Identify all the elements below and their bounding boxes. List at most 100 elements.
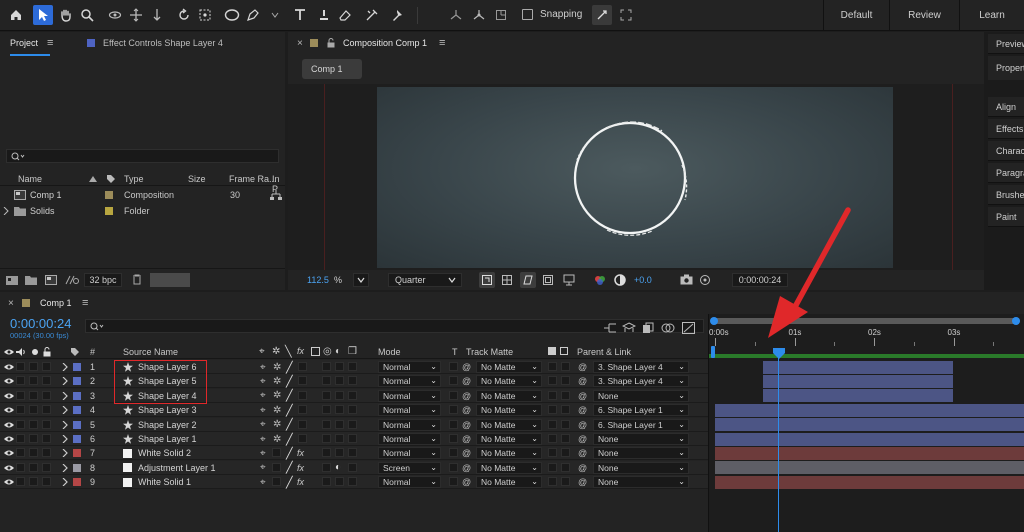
parent-dropdown[interactable]: 3. Shape Layer 4 ⌄ xyxy=(593,361,689,373)
parent-pick-whip-icon[interactable]: @ xyxy=(578,432,587,446)
pen-dropdown-icon[interactable] xyxy=(265,5,285,25)
type-tool-icon[interactable] xyxy=(290,5,310,25)
switch-box[interactable] xyxy=(42,376,51,386)
expand-arrow-icon[interactable] xyxy=(62,403,68,417)
ellipse-tool-icon[interactable] xyxy=(222,5,242,25)
new-composition-icon[interactable] xyxy=(45,275,57,285)
visibility-eye-icon[interactable] xyxy=(4,403,14,417)
expand-arrow-icon[interactable] xyxy=(62,418,68,432)
track-matte-dropdown[interactable]: No Matte ⌄ xyxy=(476,361,542,373)
bit-depth-button[interactable]: 32 bpc xyxy=(84,273,122,287)
col-type[interactable]: Type xyxy=(124,174,144,184)
layer-row[interactable]: 4 Shape Layer 3 ⌖ ✲ ╱ Normal ⌄ @ No Matte ⌄ @6. Sh… xyxy=(0,403,708,418)
layer-name[interactable]: Adjustment Layer 1 xyxy=(138,461,216,475)
matte-switch-box[interactable] xyxy=(548,434,557,443)
shy-layers-icon[interactable] xyxy=(642,322,654,334)
composition-viewer[interactable] xyxy=(288,84,984,270)
shy-switch[interactable]: ⌖ xyxy=(260,418,266,432)
visibility-eye-icon[interactable] xyxy=(4,461,14,475)
work-area-bar[interactable] xyxy=(709,354,1024,358)
work-area-start-handle[interactable] xyxy=(711,346,715,358)
selection-tool-icon[interactable] xyxy=(33,5,53,25)
quality-switch[interactable]: ╱ xyxy=(286,432,293,446)
pick-whip-icon[interactable]: @ xyxy=(462,374,471,388)
time-navigator[interactable] xyxy=(712,318,1020,324)
quality-switch[interactable]: ╱ xyxy=(286,360,293,374)
switch-box[interactable] xyxy=(322,419,331,429)
col-frame-rate[interactable]: Frame Ra... xyxy=(229,174,277,184)
eraser-tool-icon[interactable] xyxy=(335,5,355,25)
switch-box[interactable] xyxy=(298,376,307,386)
snapping-options-icon[interactable] xyxy=(592,5,612,25)
switch-box[interactable] xyxy=(16,477,25,487)
pick-whip-icon[interactable]: @ xyxy=(462,389,471,403)
blend-mode-dropdown[interactable]: Normal ⌄ xyxy=(378,375,441,388)
shy-switch[interactable]: ⌖ xyxy=(260,475,266,489)
col-parent-link[interactable]: Parent & Link xyxy=(577,347,631,357)
expand-arrow-icon[interactable] xyxy=(62,360,68,374)
matte-switch-box[interactable] xyxy=(548,419,557,429)
shy-switch[interactable]: ⌖ xyxy=(260,403,266,417)
layer-duration-bar[interactable] xyxy=(715,403,1024,417)
preserve-transparency-box[interactable] xyxy=(449,462,458,472)
panel-menu-icon[interactable]: ≡ xyxy=(439,37,445,49)
switch-box[interactable] xyxy=(16,448,25,458)
color-management-icon[interactable] xyxy=(614,274,626,286)
switch-box[interactable] xyxy=(335,362,344,371)
tab-project[interactable]: Project xyxy=(10,38,38,48)
switch-box[interactable] xyxy=(335,390,344,400)
snapping-grid-icon[interactable] xyxy=(616,5,636,25)
track-matte-dropdown[interactable]: No Matte ⌄ xyxy=(476,418,542,431)
pick-whip-icon[interactable]: @ xyxy=(462,432,471,446)
switch-box[interactable] xyxy=(29,390,38,400)
layer-row[interactable]: 2 Shape Layer 5 ⌖ ✲ ╱ Normal ⌄ @ No Matte ⌄ @3. Sh… xyxy=(0,374,708,389)
switch-box[interactable] xyxy=(16,434,25,443)
navigator-end-handle[interactable] xyxy=(1012,317,1020,325)
switch-box[interactable] xyxy=(42,462,51,472)
switch-box[interactable] xyxy=(298,362,307,371)
preserve-transparency-box[interactable] xyxy=(449,419,458,429)
switch-box[interactable] xyxy=(29,405,38,415)
layer-label-swatch[interactable] xyxy=(73,363,81,371)
col-size[interactable]: Size xyxy=(188,174,206,184)
track-matte-dropdown[interactable]: No Matte ⌄ xyxy=(476,433,542,445)
layer-duration-bar[interactable] xyxy=(715,418,1024,432)
switch-box[interactable] xyxy=(348,419,357,429)
panel-align[interactable]: Align xyxy=(988,97,1024,117)
matte-switch-box[interactable] xyxy=(561,462,570,472)
switch-box[interactable] xyxy=(16,390,25,400)
switch-box[interactable] xyxy=(322,362,331,371)
layer-duration-bar[interactable] xyxy=(715,432,1024,446)
zoom-tool-icon[interactable] xyxy=(77,5,97,25)
switch-box[interactable] xyxy=(42,362,51,371)
matte-switch-box[interactable] xyxy=(548,448,557,458)
pen-tool-icon[interactable] xyxy=(243,5,263,25)
parent-dropdown[interactable]: None ⌄ xyxy=(593,433,689,445)
shy-switch[interactable]: ⌖ xyxy=(260,389,266,403)
rotation-tool-icon[interactable] xyxy=(174,5,194,25)
audio-speaker-icon[interactable] xyxy=(16,348,26,356)
safe-margins-icon[interactable] xyxy=(543,275,553,285)
switch-box[interactable] xyxy=(272,462,281,472)
region-of-interest-icon[interactable] xyxy=(479,272,495,288)
switch-box[interactable] xyxy=(322,405,331,415)
panel-effects[interactable]: Effects xyxy=(988,119,1024,139)
new-folder-icon[interactable] xyxy=(25,276,37,285)
switch-box[interactable] xyxy=(322,434,331,443)
switch-box[interactable] xyxy=(16,462,25,472)
video-eye-icon[interactable] xyxy=(4,348,14,356)
switch-box[interactable] xyxy=(322,390,331,400)
blend-mode-dropdown[interactable]: Normal ⌄ xyxy=(378,433,441,445)
layer-duration-bar[interactable] xyxy=(715,461,1024,475)
blend-mode-dropdown[interactable]: Normal ⌄ xyxy=(378,476,441,489)
matte-switch-box[interactable] xyxy=(561,376,570,386)
motion-blur-icon[interactable] xyxy=(682,322,695,334)
layer-name[interactable]: Shape Layer 1 xyxy=(138,432,197,446)
layer-name[interactable]: White Solid 2 xyxy=(138,446,191,460)
switch-box[interactable] xyxy=(322,462,331,472)
parent-dropdown[interactable]: None ⌄ xyxy=(593,447,689,460)
switch-box[interactable] xyxy=(298,405,307,415)
brush-tool-icon[interactable] xyxy=(314,5,334,25)
draft-3d-icon[interactable] xyxy=(622,322,636,334)
switch-box[interactable] xyxy=(42,434,51,443)
